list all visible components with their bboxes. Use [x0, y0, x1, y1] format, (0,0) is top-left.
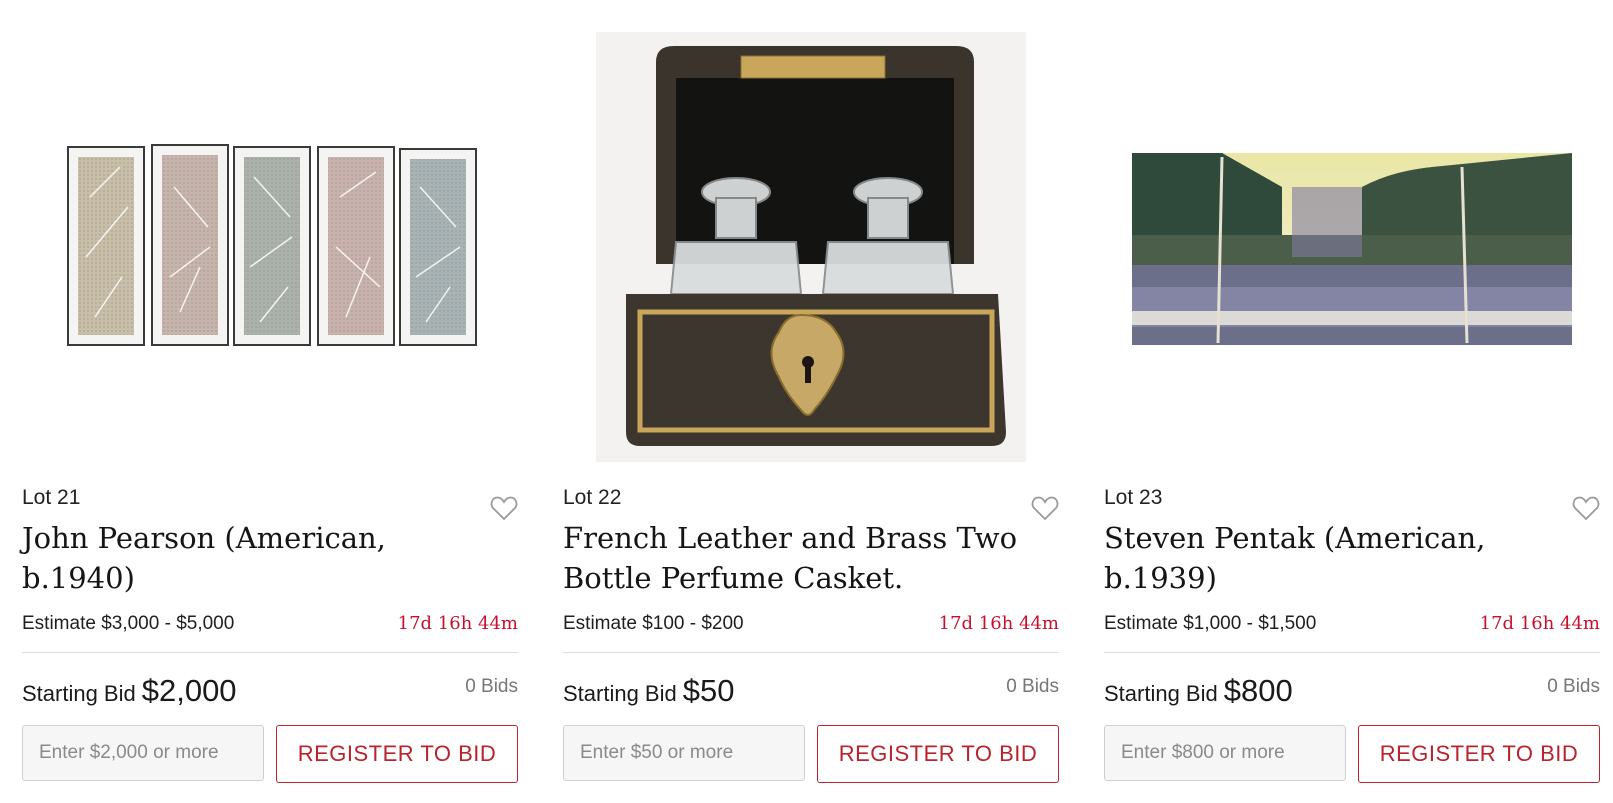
divider: [563, 652, 1059, 653]
bid-count: 0 Bids: [1547, 676, 1600, 697]
lot-card: Lot 22 French Leather and Brass Two Bott…: [563, 0, 1059, 803]
lot-image[interactable]: [1104, 22, 1600, 472]
lot-number: Lot 21: [22, 486, 81, 509]
starting-bid: Starting Bid $2,000: [22, 673, 237, 709]
estimate: Estimate $3,000 - $5,000: [22, 613, 235, 634]
lot-image[interactable]: [22, 22, 518, 472]
starting-bid-amount: $50: [682, 673, 735, 708]
starting-bid: Starting Bid $800: [1104, 673, 1293, 709]
time-remaining: 17d 16h 44m: [397, 613, 518, 634]
heart-outline-icon[interactable]: [490, 495, 518, 521]
starting-bid-label: Starting Bid: [563, 681, 677, 706]
bid-amount-input[interactable]: [22, 725, 264, 781]
lot-title[interactable]: John Pearson (American, b.1940): [22, 518, 482, 598]
starting-bid-label: Starting Bid: [1104, 681, 1218, 706]
lot-image-landscape-painting: [1132, 153, 1572, 345]
lot-number: Lot 23: [1104, 486, 1163, 509]
register-to-bid-button[interactable]: REGISTER TO BID: [817, 725, 1059, 783]
starting-bid-amount: $2,000: [141, 673, 237, 708]
register-to-bid-button[interactable]: REGISTER TO BID: [1358, 725, 1600, 783]
lot-image-five-panels: [67, 144, 477, 346]
lot-title[interactable]: French Leather and Brass Two Bottle Perf…: [563, 518, 1023, 598]
time-remaining: 17d 16h 44m: [938, 613, 1059, 634]
lot-image[interactable]: [563, 22, 1059, 472]
register-to-bid-button[interactable]: REGISTER TO BID: [276, 725, 518, 783]
lot-card: Lot 23 Steven Pentak (American, b.1939) …: [1104, 0, 1600, 803]
heart-outline-icon[interactable]: [1031, 495, 1059, 521]
bid-count: 0 Bids: [1006, 676, 1059, 697]
starting-bid: Starting Bid $50: [563, 673, 734, 709]
estimate: Estimate $1,000 - $1,500: [1104, 613, 1317, 634]
lot-number: Lot 22: [563, 486, 622, 509]
divider: [1104, 652, 1600, 653]
bid-amount-input[interactable]: [1104, 725, 1346, 781]
lot-card: Lot 21 John Pearson (American, b.1940) E…: [22, 0, 518, 803]
estimate: Estimate $100 - $200: [563, 613, 744, 634]
time-remaining: 17d 16h 44m: [1479, 613, 1600, 634]
starting-bid-label: Starting Bid: [22, 681, 136, 706]
lot-title[interactable]: Steven Pentak (American, b.1939): [1104, 518, 1564, 598]
divider: [22, 652, 518, 653]
starting-bid-amount: $800: [1223, 673, 1293, 708]
lot-image-perfume-casket: [596, 32, 1026, 462]
heart-outline-icon[interactable]: [1572, 495, 1600, 521]
bid-count: 0 Bids: [465, 676, 518, 697]
bid-amount-input[interactable]: [563, 725, 805, 781]
